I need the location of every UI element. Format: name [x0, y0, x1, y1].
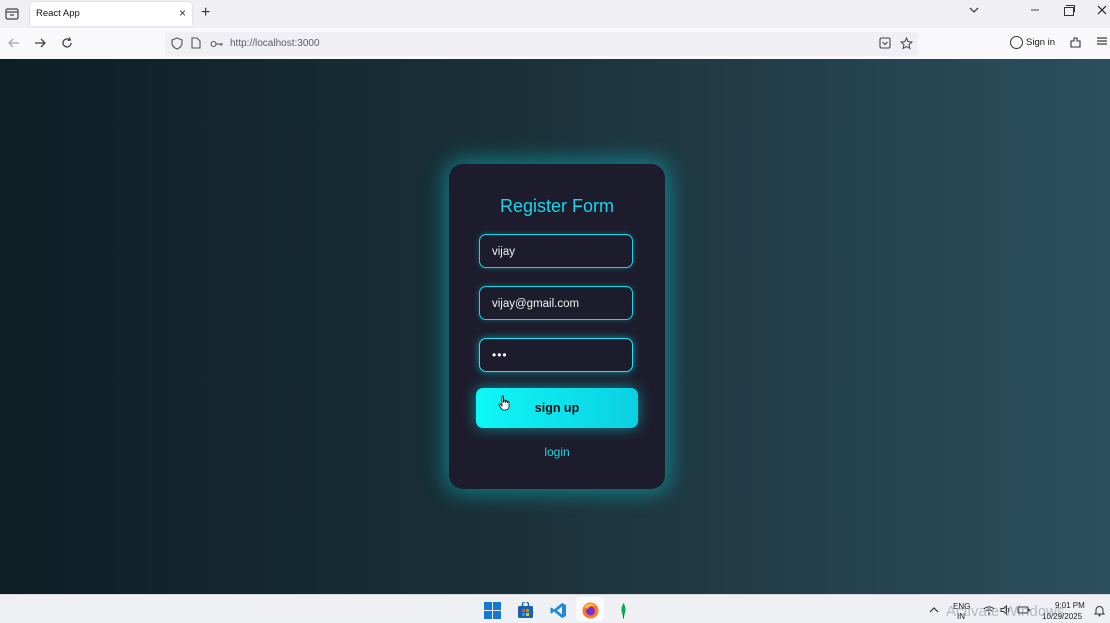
- page-icon[interactable]: [191, 37, 201, 49]
- back-arrow-icon[interactable]: [7, 36, 21, 50]
- new-tab-button[interactable]: +: [201, 5, 210, 21]
- url-text[interactable]: http://localhost:3000: [230, 38, 320, 49]
- store-icon[interactable]: [517, 602, 534, 619]
- password-field[interactable]: •••: [479, 338, 633, 372]
- restore-window-icon[interactable]: [1064, 5, 1075, 16]
- windows-start-icon[interactable]: [484, 602, 501, 619]
- page-viewport: Register Form vijay vijay@gmail.com ••• …: [0, 59, 1110, 594]
- forward-arrow-icon[interactable]: [33, 36, 47, 50]
- tab-react-app[interactable]: React App ×: [30, 2, 192, 26]
- address-bar[interactable]: http://localhost:3000: [165, 32, 918, 56]
- login-link[interactable]: login: [449, 445, 665, 459]
- key-icon[interactable]: [210, 39, 224, 49]
- sign-in-label: Sign in: [1026, 37, 1056, 48]
- browser-tab-bar: React App × +: [0, 0, 1110, 28]
- extensions-icon[interactable]: [1069, 36, 1082, 49]
- password-mask: •••: [492, 348, 508, 362]
- windows-taskbar: ENG IN 9:01 PM 10/29/2025: [0, 594, 1110, 623]
- hamburger-menu-icon[interactable]: [1096, 35, 1108, 47]
- email-field[interactable]: vijay@gmail.com: [479, 286, 633, 320]
- close-tab-icon[interactable]: ×: [179, 6, 186, 20]
- mongodb-compass-icon[interactable]: [615, 602, 632, 619]
- close-window-icon[interactable]: [1096, 4, 1108, 16]
- vscode-icon[interactable]: [550, 602, 567, 619]
- activate-windows-watermark: Activate Windows: [946, 603, 1065, 620]
- chevron-down-icon[interactable]: [968, 5, 980, 15]
- register-card: Register Form vijay vijay@gmail.com ••• …: [449, 164, 665, 489]
- firefox-icon[interactable]: [582, 602, 599, 619]
- hand-cursor-icon: [498, 395, 510, 411]
- bookmark-star-icon[interactable]: [900, 37, 913, 50]
- reload-icon[interactable]: [60, 36, 74, 50]
- minimize-icon[interactable]: [1030, 4, 1040, 16]
- account-icon: [1010, 36, 1023, 49]
- shield-icon[interactable]: [171, 37, 183, 50]
- email-value: vijay@gmail.com: [492, 298, 580, 310]
- form-title: Register Form: [499, 196, 615, 216]
- sign-in-button[interactable]: Sign in: [1006, 34, 1058, 52]
- tab-list-icon[interactable]: [4, 6, 20, 22]
- browser-nav-bar: http://localhost:3000 Sign in: [0, 28, 1110, 60]
- name-value: vijay: [492, 246, 516, 258]
- tab-title: React App: [36, 8, 80, 19]
- tray-chevron-up-icon[interactable]: [929, 606, 939, 614]
- name-field[interactable]: vijay: [479, 234, 633, 268]
- save-to-pocket-icon[interactable]: [879, 37, 891, 49]
- notification-bell-icon[interactable]: [1094, 605, 1105, 617]
